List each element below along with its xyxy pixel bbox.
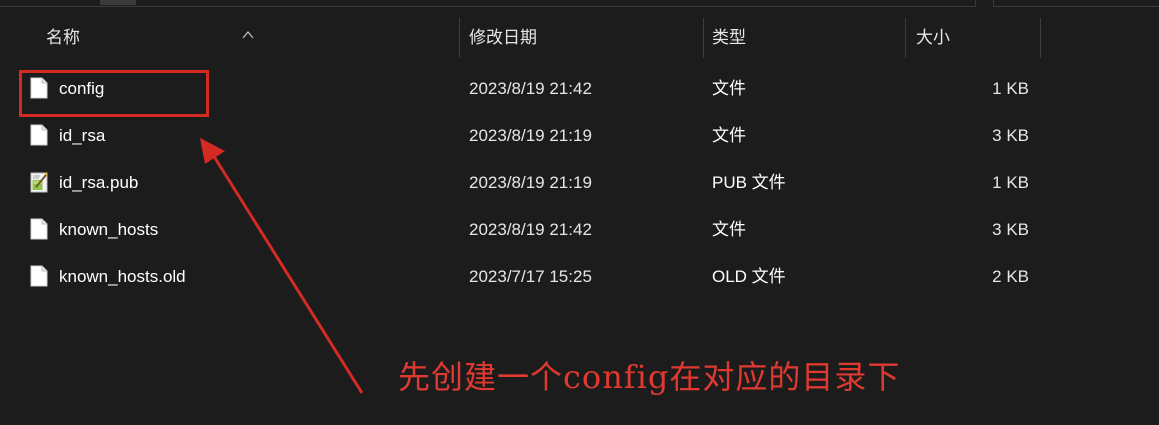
column-divider[interactable] [703,18,704,58]
file-row[interactable]: known_hosts 2023/8/19 21:42 文件 3 KB [0,206,1159,253]
address-bar-edge [0,0,976,7]
file-modified: 2023/8/19 21:42 [469,79,592,98]
file-size: 1 KB [992,79,1029,98]
file-explorer-view: 名称 修改日期 类型 大小 config 2023/8/19 21:42 文件 … [0,0,1159,425]
column-divider[interactable] [905,18,906,58]
file-name[interactable]: id_rsa.pub [59,159,138,206]
file-icon [30,265,48,287]
file-type: 文件 [712,126,746,145]
scroll-thumb[interactable] [100,0,136,5]
file-type: 文件 [712,79,746,98]
file-modified: 2023/7/17 15:25 [469,267,592,286]
column-header-type[interactable]: 类型 [712,18,746,58]
file-size: 2 KB [992,267,1029,286]
file-type: PUB 文件 [712,173,786,192]
column-header-name[interactable]: 名称 [46,18,80,58]
file-type: 文件 [712,220,746,239]
column-header-modified[interactable]: 修改日期 [469,18,537,58]
file-modified: 2023/8/19 21:19 [469,126,592,145]
file-name[interactable]: known_hosts [59,206,158,253]
file-row[interactable]: known_hosts.old 2023/7/17 15:25 OLD 文件 2… [0,253,1159,300]
column-header-size[interactable]: 大小 [916,18,950,58]
file-size: 3 KB [992,220,1029,239]
file-type: OLD 文件 [712,267,786,286]
column-header: 名称 修改日期 类型 大小 [0,18,1159,58]
file-modified: 2023/8/19 21:19 [469,173,592,192]
file-modified: 2023/8/19 21:42 [469,220,592,239]
column-divider[interactable] [1040,18,1041,58]
file-icon [30,218,48,240]
annotation-text: 先创建一个config在对应的目录下 [398,358,901,396]
column-divider[interactable] [459,18,460,58]
file-size: 3 KB [992,126,1029,145]
file-row[interactable]: id_rsa 2023/8/19 21:19 文件 3 KB [0,112,1159,159]
file-name[interactable]: id_rsa [59,112,105,159]
file-size: 1 KB [992,173,1029,192]
file-icon [30,124,48,146]
file-name[interactable]: known_hosts.old [59,253,186,300]
sort-ascending-icon [242,30,254,39]
file-row[interactable]: id_rsa.pub 2023/8/19 21:19 PUB 文件 1 KB [0,159,1159,206]
pub-file-icon [30,172,48,193]
highlight-box [19,70,209,117]
search-box-edge[interactable] [993,0,1159,7]
